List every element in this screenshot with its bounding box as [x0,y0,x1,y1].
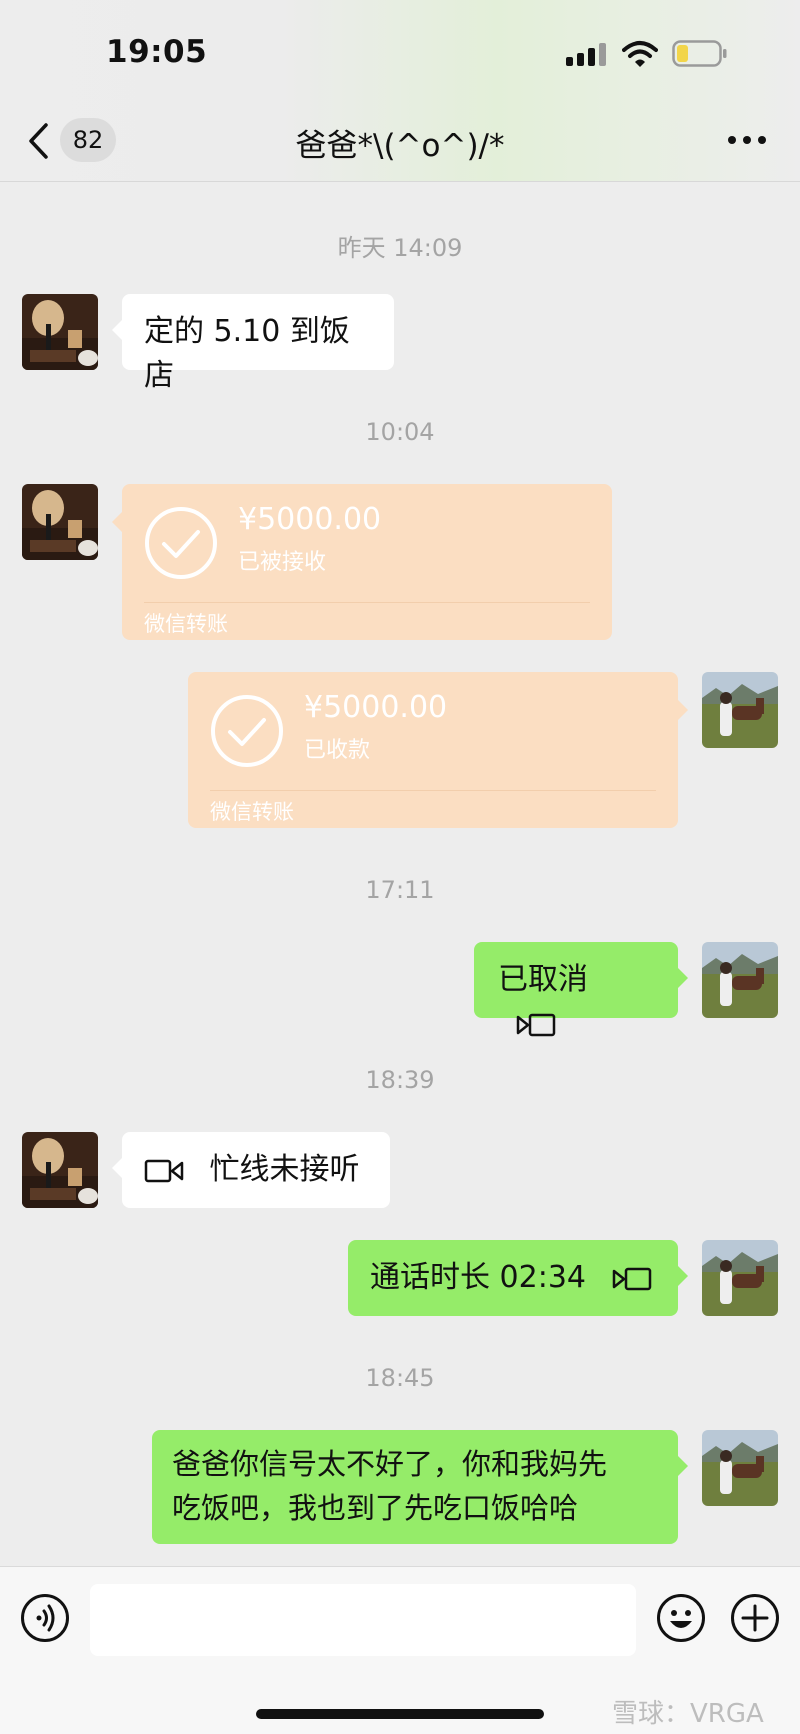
voice-icon[interactable] [20,1593,70,1643]
status-time: 19:05 [106,34,208,70]
call-status-text: 通话时长 02:34 [370,1260,586,1295]
timestamp: 18:39 [365,1066,435,1094]
chat-title: 爸爸*\(^o^)/* [295,128,505,164]
divider [144,602,590,603]
cellular-signal-icon [566,42,608,66]
message-text: 定的 5.10 到饭店 [144,314,350,393]
chat-nav-bar: 82 爸爸*\(^o^)/* [0,100,800,182]
contact-avatar[interactable] [22,294,98,370]
transfer-card-received[interactable]: ¥5000.00 已被接收 微信转账 [112,484,612,640]
timestamp: 昨天 14:09 [337,234,463,262]
input-bar: 雪球：VRGA [0,1566,800,1734]
video-call-icon [516,1013,556,1036]
battery-icon [672,40,727,67]
my-avatar[interactable] [702,1240,778,1316]
wifi-icon [622,41,658,67]
video-call-icon [144,1159,184,1182]
unread-count-badge[interactable]: 82 [60,118,116,162]
my-avatar[interactable] [702,672,778,748]
timestamp: 10:04 [365,418,435,446]
divider [210,790,656,791]
message-bubble-sent[interactable]: 爸爸你信号太不好了，你和我妈先 吃饭吧，我也到了先吃口饭哈哈 [152,1430,688,1544]
transfer-amount: ¥5000.00 [238,502,382,537]
my-avatar[interactable] [702,1430,778,1506]
transfer-amount: ¥5000.00 [304,690,448,725]
message-input[interactable] [90,1584,636,1656]
transfer-status: 已收款 [304,738,371,763]
call-bubble-sent[interactable]: 通话时长 02:34 [348,1240,688,1316]
watermark: 雪球：VRGA [612,1699,764,1729]
timestamp: 17:11 [365,876,435,904]
transfer-card-sent[interactable]: ¥5000.00 已收款 微信转账 [188,672,688,828]
call-bubble-received[interactable]: 忙线未接听 [112,1132,390,1208]
transfer-label: 微信转账 [144,612,228,636]
transfer-label: 微信转账 [210,800,294,824]
plus-icon[interactable] [730,1593,780,1643]
more-icon[interactable] [728,136,768,146]
home-indicator[interactable] [256,1709,544,1719]
check-circle-icon [211,695,283,767]
message-text-line: 吃饭吧，我也到了先吃口饭哈哈 [172,1491,579,1525]
transfer-status: 已被接收 [238,550,327,575]
contact-avatar[interactable] [22,484,98,560]
call-bubble-sent[interactable]: 已取消 [474,942,688,1036]
message-text-line: 爸爸你信号太不好了，你和我妈先 [172,1447,608,1481]
video-call-icon [612,1267,651,1290]
status-bar: 19:05 [0,0,800,100]
call-status-text: 已取消 [498,962,588,997]
timestamp: 18:45 [365,1364,435,1392]
back-chevron-icon[interactable] [26,122,52,160]
contact-avatar[interactable] [22,1132,98,1208]
my-avatar[interactable] [702,942,778,1018]
emoji-icon[interactable] [656,1593,706,1643]
check-circle-icon [145,507,217,579]
message-bubble-received[interactable]: 定的 5.10 到饭店 [112,294,394,393]
call-status-text: 忙线未接听 [209,1152,360,1187]
